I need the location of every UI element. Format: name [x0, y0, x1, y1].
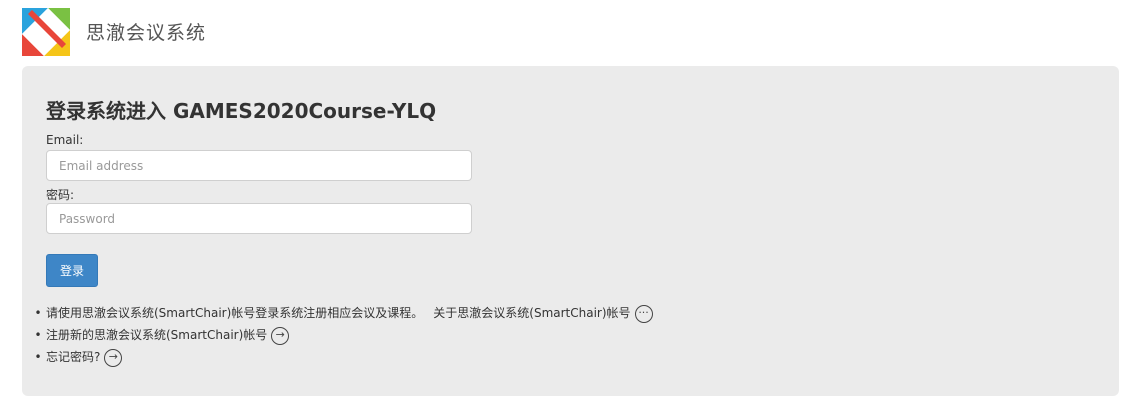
- bullet: •: [34, 306, 42, 320]
- forgot-password-link[interactable]: 忘记密码?: [46, 350, 100, 364]
- password-field[interactable]: [46, 203, 472, 234]
- about-account-link[interactable]: 关于思澈会议系统(SmartChair)帐号: [433, 306, 630, 320]
- email-field[interactable]: [46, 150, 472, 181]
- help-links: • 请使用思澈会议系统(SmartChair)帐号登录系统注册相应会议及课程。 关于…: [30, 302, 653, 368]
- arrow-right-icon[interactable]: →: [271, 326, 290, 345]
- list-item: • 忘记密码? →: [30, 346, 653, 368]
- email-label: Email:: [46, 133, 84, 147]
- register-account-link[interactable]: 注册新的思澈会议系统(SmartChair)帐号: [46, 328, 267, 342]
- password-label: 密码:: [46, 188, 75, 202]
- list-item: • 注册新的思澈会议系统(SmartChair)帐号 →: [30, 324, 653, 346]
- login-instructions-text: 请使用思澈会议系统(SmartChair)帐号登录系统注册相应会议及课程。: [46, 306, 424, 320]
- app-title: 思澈会议系统: [86, 22, 207, 44]
- list-item: • 请使用思澈会议系统(SmartChair)帐号登录系统注册相应会议及课程。 关于…: [30, 302, 653, 324]
- bullet: •: [34, 350, 42, 364]
- bullet: •: [34, 328, 42, 342]
- login-button[interactable]: 登录: [46, 254, 98, 287]
- arrow-right-icon[interactable]: →: [104, 348, 123, 367]
- login-heading: 登录系统进入 GAMES2020Course-YLQ: [46, 99, 437, 123]
- smartchair-logo-icon: [22, 8, 70, 56]
- header: 思澈会议系统: [0, 0, 1124, 66]
- login-panel: 登录系统进入 GAMES2020Course-YLQ Email: 密码: 登录…: [22, 66, 1119, 396]
- more-icon[interactable]: ···: [634, 304, 653, 323]
